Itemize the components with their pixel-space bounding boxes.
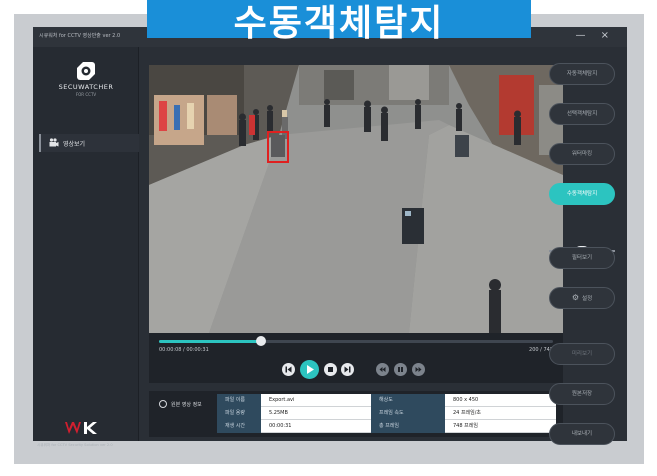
skip-forward-icon [344, 366, 351, 373]
play-icon [307, 365, 314, 374]
info-value: 748 프레임 [445, 420, 556, 433]
wk-logo [65, 422, 97, 434]
save-original-button[interactable]: 원본저장 [549, 383, 615, 405]
skip-back-icon [285, 366, 292, 373]
seek-thumb[interactable] [256, 336, 267, 346]
preview-button[interactable]: 미리보기 [549, 343, 615, 365]
info-value: Export.avi [261, 394, 371, 407]
info-key: 파일 용량 [217, 407, 261, 420]
filter-view-button[interactable]: 필터보기 [549, 247, 615, 269]
video-camera-icon [49, 138, 59, 147]
info-key: 해상도 [371, 394, 445, 407]
settings-button[interactable]: ⚙ 설정 [549, 287, 615, 309]
pause-icon [398, 367, 403, 372]
skip-back-button[interactable] [282, 363, 295, 376]
info-value: 00:00:31 [261, 420, 371, 433]
info-value: 24 프레임/초 [445, 407, 556, 420]
right-action-panel: 자동객체탐지 선택객체탐지 워터마킹 수동객체탐지 필터보기 ⚙ 설정 미리보기 … [549, 47, 627, 445]
info-key: 파일 이름 [217, 394, 261, 407]
app-window: 시큐워처 for CCTV 영상반출 ver 2.0 — × SECUWATCH… [33, 27, 627, 447]
video-frame[interactable] [149, 65, 563, 333]
logo-subtitle: FOR CCTV [75, 92, 97, 97]
auto-detect-button[interactable]: 자동객체탐지 [549, 63, 615, 85]
logo-name: SECUWATCHER [58, 83, 114, 91]
sidebar-item-label: 영상보기 [63, 141, 86, 148]
fast-forward-button[interactable] [412, 363, 425, 376]
playback-controls [149, 359, 563, 383]
info-title: 원본 영상 정보 [171, 402, 202, 408]
seekbar-area: 00:00:08 / 00:00:31 200 / 748 [149, 333, 563, 359]
seek-track[interactable] [159, 340, 553, 343]
time-current: 00:00:08 / 00:00:31 [159, 347, 209, 353]
info-key: 재생 시간 [217, 420, 261, 433]
source-info-panel: 원본 영상 정보 파일 이름 Export.avi 해상도 800 x 450 … [149, 391, 563, 437]
fast-forward-icon [415, 367, 422, 372]
window-title: 시큐워처 for CCTV 영상반출 ver 2.0 [39, 33, 121, 39]
skip-forward-button[interactable] [341, 363, 354, 376]
export-button[interactable]: 내보내기 [549, 423, 615, 445]
settings-label: 설정 [582, 296, 593, 302]
window-controls[interactable]: — × [575, 30, 615, 41]
play-button[interactable] [300, 360, 319, 379]
rewind-icon [379, 367, 386, 372]
banner-title: 수동객체탐지 [233, 3, 445, 44]
select-detect-button[interactable]: 선택객체탐지 [549, 103, 615, 125]
info-key: 프레임 속도 [371, 407, 445, 420]
sidebar: SECUWATCHER FOR CCTV 영상보기 시큐워처 for CCTV … [33, 47, 139, 447]
rewind-button[interactable] [376, 363, 389, 376]
title-banner: 수동객체탐지 [147, 0, 531, 44]
watermark-button[interactable]: 워터마킹 [549, 143, 615, 165]
gear-icon: ⚙ [571, 293, 580, 302]
stop-button[interactable] [324, 363, 337, 376]
cctv-street-scene [149, 65, 563, 333]
stop-icon [328, 367, 333, 372]
info-icon [159, 400, 167, 408]
info-value: 800 x 450 [445, 394, 556, 407]
pause-button[interactable] [394, 363, 407, 376]
footer-caption: 시큐워처 for CCTV Security Solution ver 2.0 [37, 443, 113, 447]
secuwatcher-logo-icon [77, 62, 95, 80]
seek-progress [159, 340, 262, 343]
app-logo: SECUWATCHER FOR CCTV [59, 61, 113, 101]
info-key: 총 프레임 [371, 420, 445, 433]
sidebar-item-video-view[interactable]: 영상보기 [39, 134, 139, 152]
manual-detect-button[interactable]: 수동객체탐지 [549, 183, 615, 205]
info-value: 5.25MB [261, 407, 371, 420]
info-table: 파일 이름 Export.avi 해상도 800 x 450 파일 용량 5.2… [217, 394, 556, 434]
